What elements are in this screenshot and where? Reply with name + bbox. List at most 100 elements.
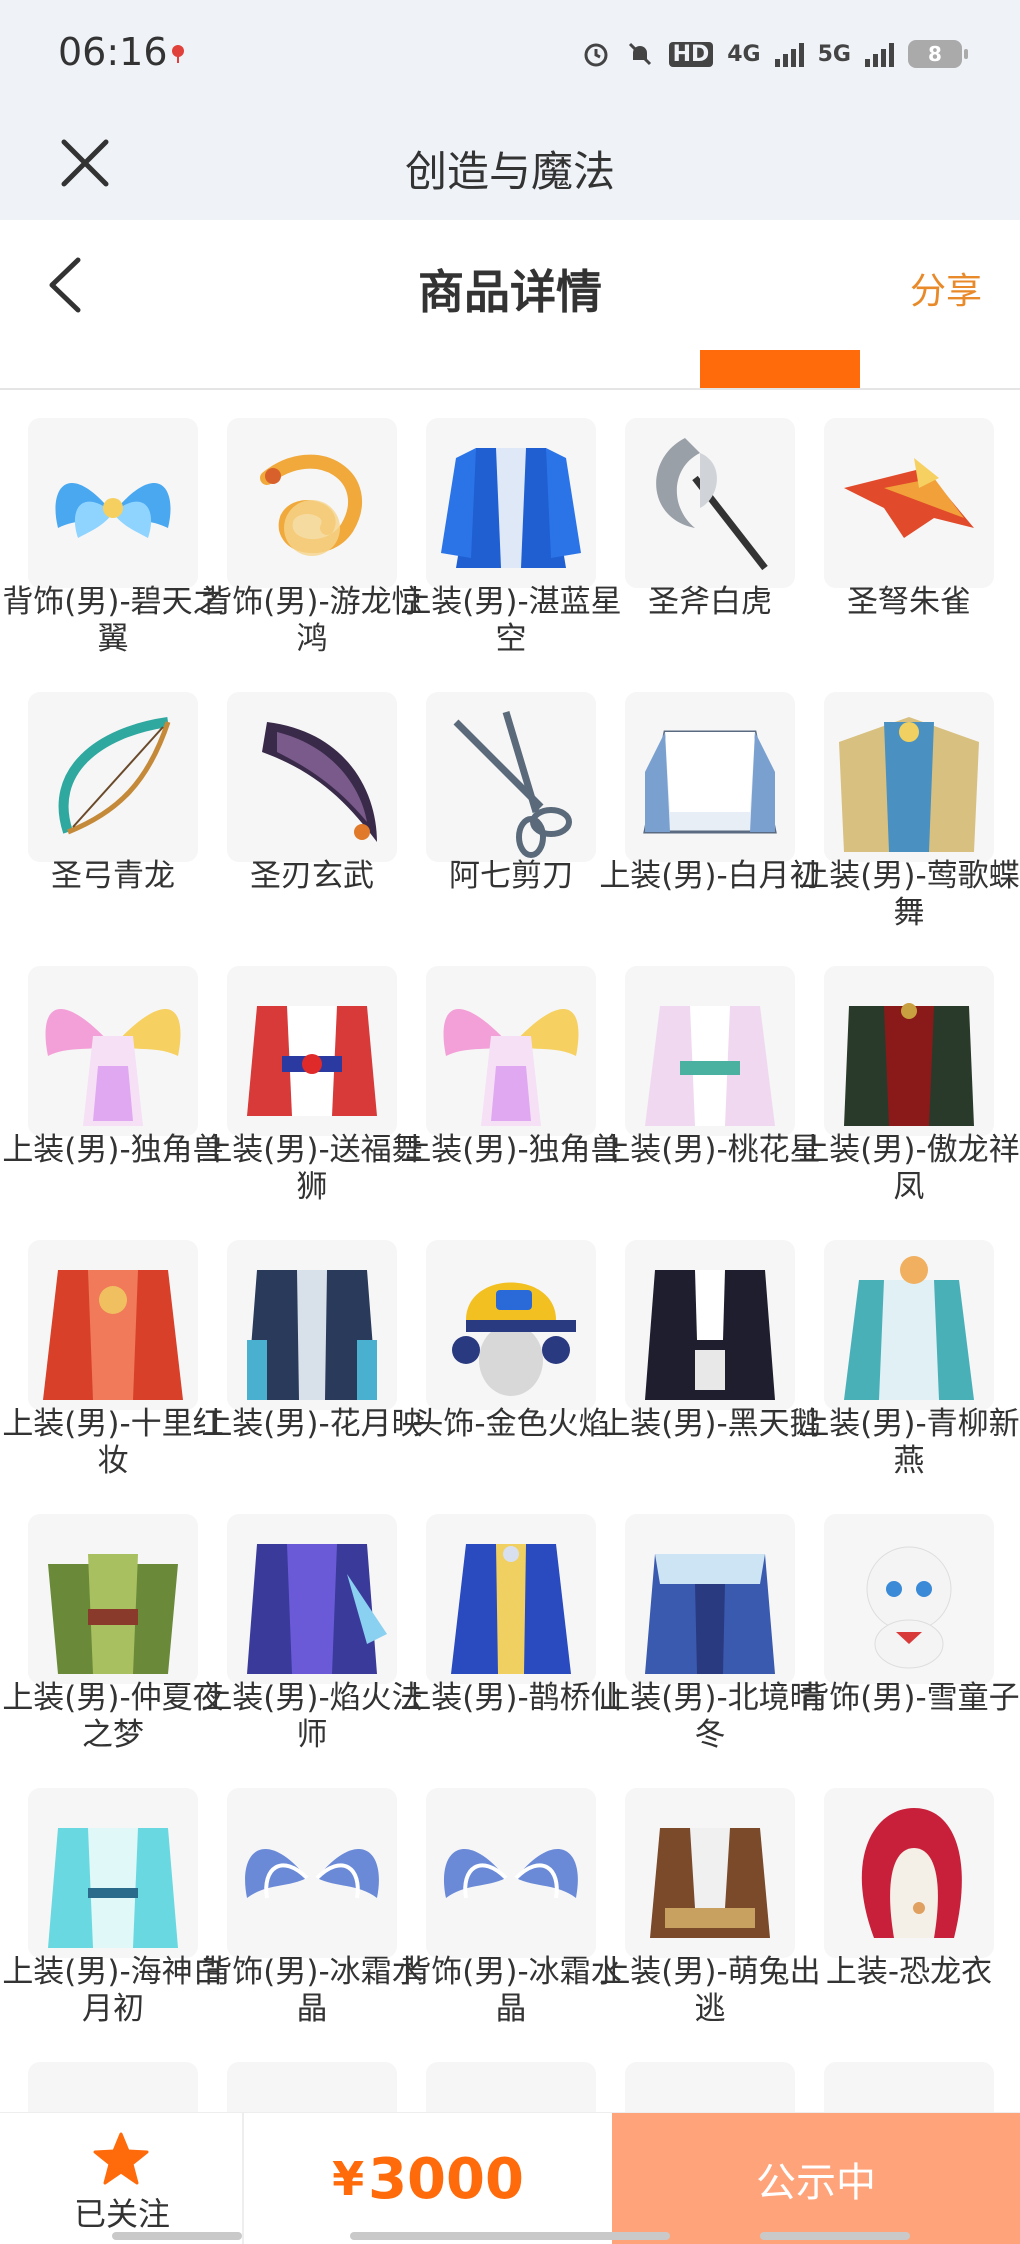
item-name: 背饰(男)-碧天之翼 [2, 584, 224, 657]
item-card[interactable]: 上装(男)-海神白月初 [0, 1762, 224, 2036]
item-card-partial[interactable] [597, 2036, 796, 2112]
item-name: 上装(男)-送福舞狮 [201, 1132, 423, 1205]
item-name: 上装(男)-湛蓝星空 [400, 584, 622, 657]
item-name: 阿七剪刀 [449, 858, 573, 894]
item-card[interactable]: 上装(男)-青柳新燕 [796, 1214, 1020, 1488]
item-thumbnail [28, 2062, 198, 2112]
item-name: 上装(男)-北境晴冬 [599, 1680, 821, 1753]
aqua-robe-icon [28, 1788, 198, 1958]
tab-indicator [700, 350, 860, 388]
item-name: 上装-恐龙衣 [825, 1954, 993, 1990]
item-name: 背饰(男)-冰霜水晶 [201, 1954, 423, 2027]
item-name: 上装(男)-独角兽 [400, 1132, 622, 1168]
share-button[interactable]: 分享 [910, 262, 982, 314]
blue-outfit-icon [426, 418, 596, 588]
item-card[interactable]: 上装(男)-十里红妆 [0, 1214, 224, 1488]
item-name: 上装(男)-莺歌蝶舞 [798, 858, 1020, 931]
item-name: 上装(男)-青柳新燕 [798, 1406, 1020, 1479]
item-card[interactable]: 阿七剪刀 [398, 666, 597, 940]
signal-bars-icon [865, 41, 894, 67]
item-card[interactable]: 上装(男)-萌兔出逃 [597, 1762, 821, 2036]
page-title: 商品详情 [418, 265, 602, 319]
home-indicator[interactable] [350, 2232, 670, 2240]
item-card[interactable]: 上装(男)-仲夏夜之梦 [0, 1488, 224, 1762]
item-name: 圣弓青龙 [51, 858, 175, 894]
item-card[interactable]: 上装(男)-莺歌蝶舞 [796, 666, 1020, 940]
rainbow-wings-icon [426, 966, 596, 1136]
item-card[interactable]: 圣斧白虎 [597, 392, 796, 666]
item-name: 上装(男)-十里红妆 [2, 1406, 224, 1479]
battery-level: 8 [928, 42, 942, 66]
app-title: 创造与魔法 [404, 147, 615, 196]
red-robe-icon [28, 1240, 198, 1410]
item-card[interactable]: 上装(男)-湛蓝星空 [398, 392, 622, 666]
item-name: 圣斧白虎 [648, 584, 772, 620]
app-bar: 创造与魔法 [0, 110, 1020, 220]
follow-label: 已关注 [73, 2195, 170, 2233]
status-time: 06:16 [58, 30, 168, 74]
public-status-button[interactable]: 公示中 [612, 2113, 1020, 2244]
white-outfit-icon [625, 692, 795, 862]
follow-button[interactable]: 已关注 [0, 2113, 244, 2244]
snow-doll-icon [824, 1514, 994, 1684]
item-card-partial[interactable] [199, 2036, 398, 2112]
item-name: 上装(男)-海神白月初 [2, 1954, 224, 2027]
item-card[interactable]: 上装(男)-傲龙祥凤 [796, 940, 1020, 1214]
item-card[interactable]: 上装(男)-焰火法师 [199, 1488, 423, 1762]
item-card-partial[interactable] [398, 2036, 597, 2112]
item-card[interactable]: 上装(男)-白月初 [597, 666, 821, 940]
item-card[interactable]: 背饰(男)-雪童子 [796, 1488, 1020, 1762]
item-card[interactable]: 圣弩朱雀 [796, 392, 995, 666]
blade-icon [227, 692, 397, 862]
item-card-partial[interactable] [796, 2036, 995, 2112]
item-card[interactable]: 圣刃玄武 [199, 666, 398, 940]
item-card[interactable]: 背饰(男)-碧天之翼 [0, 392, 224, 666]
location-pin-icon [172, 45, 184, 63]
item-card-partial[interactable] [0, 2036, 199, 2112]
item-name: 上装(男)-桃花星 [599, 1132, 821, 1168]
signal-bars-icon [774, 41, 804, 67]
teal-robe-icon [824, 1240, 994, 1410]
ice-wings-icon [227, 1788, 397, 1958]
item-card[interactable]: 上装(男)-北境晴冬 [597, 1488, 821, 1762]
item-name: 上装(男)-独角兽 [2, 1132, 224, 1168]
item-card[interactable]: 背饰(男)-游龙惊鸿 [199, 392, 423, 666]
item-card[interactable]: 上装(男)-鹊桥仙 [398, 1488, 622, 1762]
net-5g-label: 5G [817, 41, 851, 67]
battery-icon: 8 [908, 40, 968, 68]
item-card[interactable]: 圣弓青龙 [0, 666, 199, 940]
item-name: 上装(男)-黑天鹅 [599, 1406, 821, 1442]
item-name: 背饰(男)-游龙惊鸿 [201, 584, 423, 657]
rainbow-wings-icon [28, 966, 198, 1136]
item-card[interactable]: 背饰(男)-冰霜水晶 [199, 1762, 423, 2036]
item-card[interactable]: 上装(男)-桃花星 [597, 940, 821, 1214]
item-card[interactable]: 上装(男)-送福舞狮 [199, 940, 423, 1214]
item-card[interactable]: 背饰(男)-冰霜水晶 [398, 1762, 622, 2036]
status-bar: 06:16 HD 4G 5G 8 [0, 0, 1020, 110]
yellow-cap-icon [426, 1240, 596, 1410]
brown-outfit-icon [625, 1788, 795, 1958]
dragon-bow-icon [28, 692, 198, 862]
bottom-bar: 已关注 ¥ 3000 公示中 [0, 2112, 1020, 2244]
item-name: 上装(男)-白月初 [599, 858, 821, 894]
item-card[interactable]: 上装-恐龙衣 [796, 1762, 995, 2036]
net-4g-label: 4G [727, 41, 761, 67]
item-thumbnail [824, 2062, 994, 2112]
item-card[interactable]: 上装(男)-独角兽 [398, 940, 622, 1214]
item-card[interactable]: 上装(男)-花月映 [199, 1214, 423, 1488]
item-grid: 背饰(男)-碧天之翼 背饰(男)-游龙惊鸿 上装(男)-湛蓝星空 圣斧白虎 圣弩朱雀圣弓… [0, 392, 1020, 2112]
item-card[interactable]: 上装(男)-独角兽 [0, 940, 224, 1214]
item-card[interactable]: 上装(男)-黑天鹅 [597, 1214, 821, 1488]
page-header: 商品详情 分享 [0, 220, 1020, 390]
green-armor-icon [28, 1514, 198, 1684]
item-thumbnail [426, 2062, 596, 2112]
item-name: 上装(男)-花月映 [201, 1406, 423, 1442]
item-name: 背饰(男)-冰霜水晶 [400, 1954, 622, 2027]
scissors-icon [426, 692, 596, 862]
item-name: 上装(男)-鹊桥仙 [400, 1680, 622, 1716]
item-card[interactable]: 头饰-金色火焰 [398, 1214, 610, 1488]
alarm-icon [584, 43, 608, 67]
item-thumbnail [227, 2062, 397, 2112]
axe-icon [625, 418, 795, 588]
star-icon [93, 2132, 149, 2185]
